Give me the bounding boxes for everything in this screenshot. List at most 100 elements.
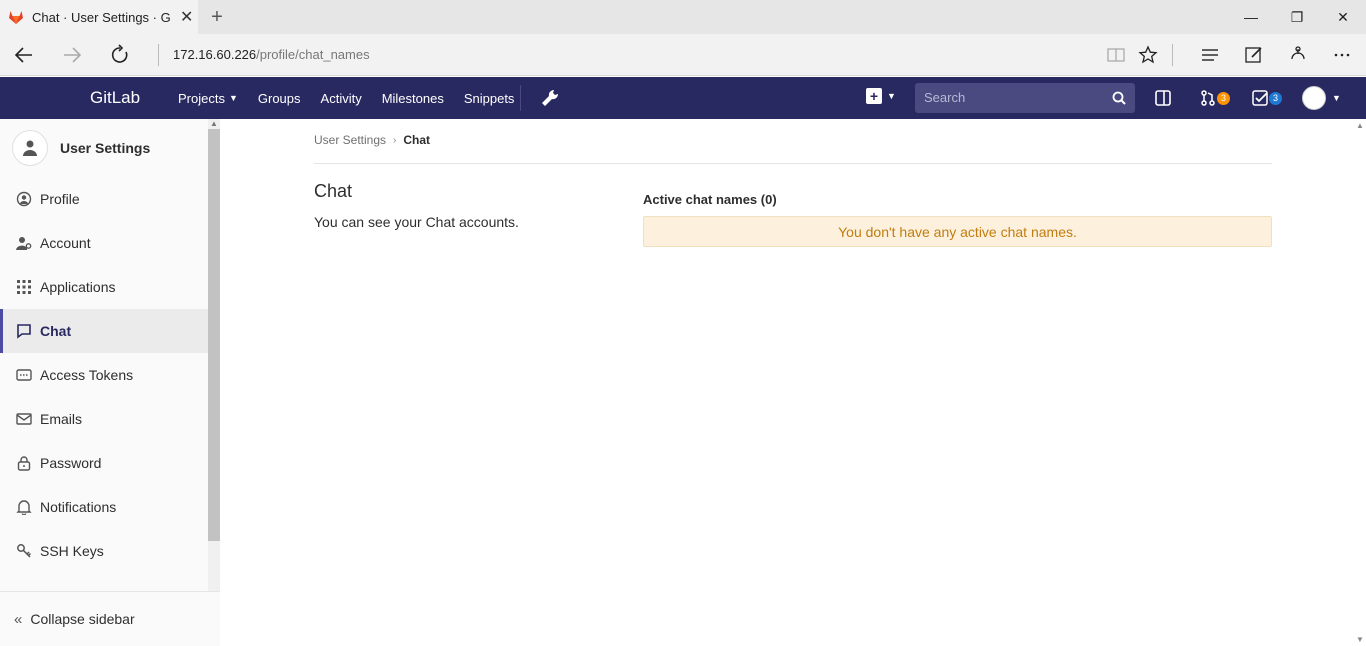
nav-milestones[interactable]: Milestones <box>382 91 444 106</box>
scroll-up-icon[interactable]: ▲ <box>1354 121 1366 130</box>
url-host: 172.16.60.226 <box>173 47 257 62</box>
token-icon <box>16 369 32 381</box>
sidebar-item-access-tokens[interactable]: Access Tokens <box>0 353 208 397</box>
page-scrollbar[interactable]: ▲ ▼ <box>1354 119 1366 646</box>
sidebar-item-label: Emails <box>40 411 83 427</box>
applications-icon <box>17 280 31 294</box>
sidebar-item-label: Chat <box>40 323 72 339</box>
nav-projects-label: Projects <box>178 90 225 106</box>
scroll-down-icon[interactable]: ▼ <box>1354 635 1366 644</box>
nav-projects[interactable]: Projects ▼ <box>178 91 238 106</box>
search-placeholder: Search <box>924 90 966 105</box>
empty-state-alert: You don't have any active chat names. <box>643 216 1272 247</box>
breadcrumb-user-settings[interactable]: User Settings <box>314 133 386 147</box>
settings-sidebar: User Settings Profile Account Applicatio… <box>0 119 220 646</box>
share-icon[interactable] <box>1278 34 1318 76</box>
chevron-down-icon: ▼ <box>1332 93 1341 103</box>
more-menu-icon[interactable] <box>1322 34 1362 76</box>
window-close-icon[interactable]: ✕ <box>1320 0 1366 34</box>
back-icon[interactable] <box>2 34 46 76</box>
avatar <box>1302 86 1326 110</box>
sidebar-item-notifications[interactable]: Notifications <box>0 485 208 529</box>
sidebar-item-chat[interactable]: Chat <box>0 309 208 353</box>
sidebar-title: User Settings <box>60 140 151 156</box>
sidebar-item-label: Profile <box>40 191 80 207</box>
todos-badge: 3 <box>1269 91 1283 105</box>
favorite-star-icon[interactable] <box>1128 34 1168 76</box>
sidebar-item-password[interactable]: Password <box>0 441 208 485</box>
sidebar-item-profile[interactable]: Profile <box>0 177 208 221</box>
wrench-icon[interactable] <box>540 88 560 108</box>
chat-icon <box>17 324 31 339</box>
hub-icon[interactable] <box>1190 34 1230 76</box>
divider <box>314 163 1272 164</box>
address-bar: 172.16.60.226/profile/chat_names <box>0 34 1366 76</box>
account-icon <box>16 237 32 250</box>
nav-groups[interactable]: Groups <box>258 91 301 106</box>
tab-close-icon[interactable]: ✕ <box>180 7 193 27</box>
page-title: Chat <box>314 181 353 201</box>
new-tab-icon[interactable]: + <box>206 6 228 29</box>
active-chat-names-heading: Active chat names (0) <box>643 192 777 207</box>
collapse-sidebar-label: Collapse sidebar <box>30 611 135 627</box>
search-input[interactable]: Search <box>915 83 1135 113</box>
refresh-icon[interactable] <box>98 34 142 76</box>
user-icon <box>12 130 48 166</box>
nav-activity[interactable]: Activity <box>321 91 362 106</box>
merge-request-icon <box>1201 90 1215 106</box>
url-field[interactable]: 172.16.60.226/profile/chat_names <box>158 44 370 66</box>
collapse-sidebar-button[interactable]: « Collapse sidebar <box>0 591 220 646</box>
search-icon <box>1112 91 1126 105</box>
sidebar-toggle-icon[interactable] <box>1154 88 1172 108</box>
gitlab-logo[interactable]: GitLab <box>90 77 140 119</box>
plus-square-icon: + <box>866 88 882 104</box>
new-dropdown[interactable]: + ▼ <box>866 88 896 104</box>
chevron-down-icon: ▼ <box>887 91 896 101</box>
todos-link[interactable]: 3 <box>1252 88 1283 108</box>
sidebar-item-applications[interactable]: Applications <box>0 265 208 309</box>
sidebar-item-label: SSH Keys <box>40 543 104 559</box>
page-description: You can see your Chat accounts. <box>314 214 519 230</box>
gitlab-header: GitLab Projects ▼ Groups Activity Milesto… <box>0 77 1366 119</box>
gitlab-fox-icon <box>9 11 23 24</box>
chevron-right-icon: › <box>393 134 397 146</box>
merge-requests-badge: 3 <box>1217 91 1231 105</box>
main-nav: Projects ▼ Groups Activity Milestones Sni… <box>178 77 534 119</box>
bell-icon <box>16 500 32 515</box>
nav-snippets[interactable]: Snippets <box>464 91 515 106</box>
sidebar-scrollbar[interactable]: ▲ <box>208 119 220 646</box>
breadcrumb-current[interactable]: Chat <box>403 133 430 147</box>
sidebar-item-label: Access Tokens <box>40 367 134 383</box>
scrollbar-thumb[interactable] <box>208 129 220 541</box>
url-path: /profile/chat_names <box>256 47 370 62</box>
nav-divider <box>520 85 521 111</box>
double-chevron-left-icon: « <box>14 610 23 628</box>
breadcrumb: User Settings › Chat <box>314 133 430 147</box>
browser-tab[interactable]: Chat · User Settings · GitLab ✕ <box>0 0 198 34</box>
toolbar-separator <box>1172 44 1173 66</box>
envelope-icon <box>16 413 32 425</box>
sidebar-item-ssh-keys[interactable]: SSH Keys <box>0 529 208 573</box>
web-note-icon[interactable] <box>1234 34 1274 76</box>
minimize-icon[interactable]: — <box>1228 0 1274 34</box>
scroll-up-icon[interactable]: ▲ <box>208 119 220 129</box>
sidebar-item-label: Notifications <box>40 499 117 515</box>
chevron-down-icon: ▼ <box>228 93 238 103</box>
lock-icon <box>17 456 31 471</box>
merge-requests-link[interactable]: 3 <box>1200 88 1231 108</box>
forward-icon[interactable] <box>50 34 94 76</box>
user-menu[interactable]: ▼ <box>1302 86 1341 110</box>
browser-tabbar: Chat · User Settings · GitLab ✕ + — ❐ ✕ <box>0 0 1366 34</box>
sidebar-item-label: Password <box>40 455 102 471</box>
profile-icon <box>16 191 32 207</box>
sidebar-item-emails[interactable]: Emails <box>0 397 208 441</box>
main-content: User Settings › Chat Chat You can see yo… <box>220 119 1354 646</box>
sidebar-item-account[interactable]: Account <box>0 221 208 265</box>
restore-icon[interactable]: ❐ <box>1274 0 1320 34</box>
sidebar-item-label: Applications <box>40 279 116 295</box>
todo-check-icon <box>1252 90 1268 106</box>
sidebar-item-label: Account <box>40 235 91 251</box>
tab-title: Chat · User Settings · GitLab <box>32 9 170 25</box>
key-icon <box>17 544 32 558</box>
sidebar-context-header[interactable]: User Settings <box>0 119 208 177</box>
